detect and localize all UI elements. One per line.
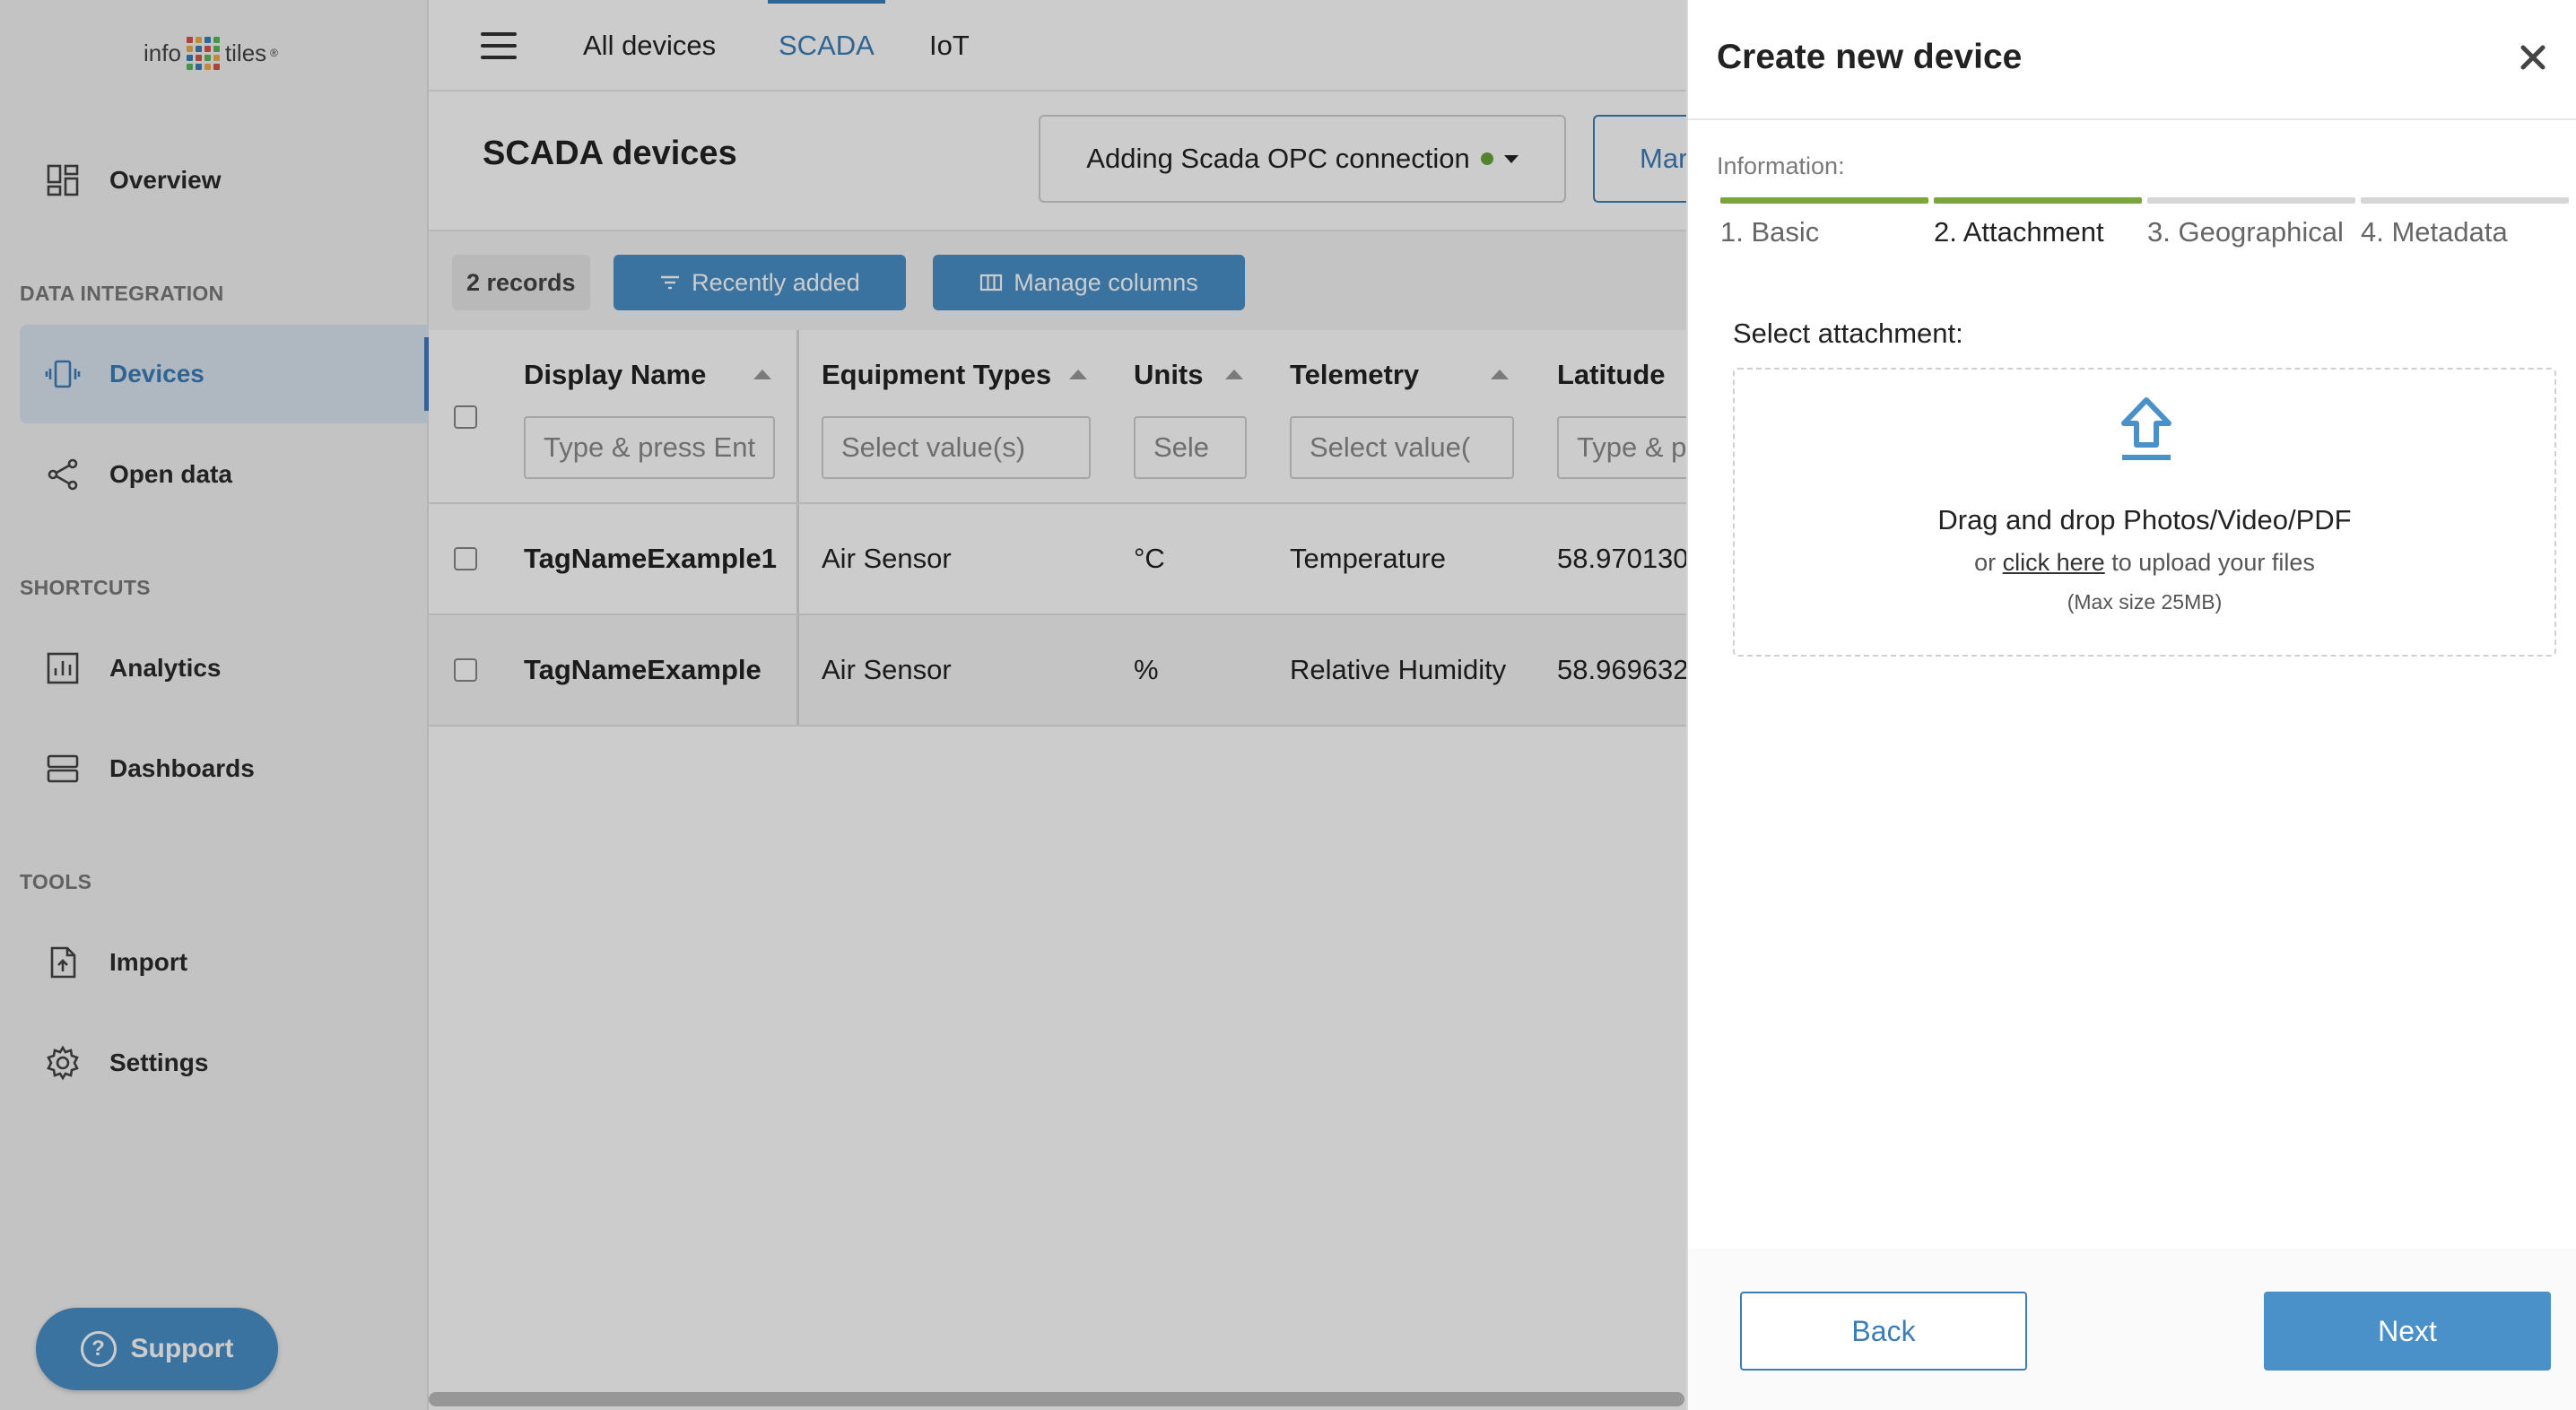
- step-label: 1. Basic: [1720, 216, 1820, 248]
- step-label: 2. Attachment: [1934, 216, 2104, 248]
- dropzone-or-text: or: [1974, 549, 1997, 576]
- close-icon[interactable]: [2515, 39, 2551, 75]
- step-geographical[interactable]: 3. Geographical: [2147, 197, 2355, 248]
- dropzone-title: Drag and drop Photos/Video/PDF: [1937, 504, 2352, 535]
- select-attachment-label: Select attachment:: [1733, 318, 1963, 349]
- step-progress-bar: [1720, 197, 1928, 204]
- create-device-drawer: Create new device Information: 1. Basic …: [1686, 0, 2576, 1410]
- dropzone-instructions: or click here to upload your files: [1735, 549, 2554, 577]
- modal-backdrop[interactable]: [0, 0, 1686, 1410]
- max-size-note: (Max size 25MB): [2067, 590, 2223, 614]
- file-dropzone[interactable]: Drag and drop Photos/Video/PDF or click …: [1733, 368, 2556, 657]
- drawer-footer: Back Next: [1688, 1249, 2576, 1410]
- next-button[interactable]: Next: [2264, 1292, 2551, 1371]
- step-progress-bar: [2361, 197, 2569, 204]
- step-label: 3. Geographical: [2147, 216, 2344, 248]
- information-label: Information:: [1717, 152, 1845, 179]
- step-attachment[interactable]: 2. Attachment: [1934, 197, 2142, 248]
- drawer-title: Create new device: [1717, 38, 2023, 76]
- upload-icon: [2121, 397, 2171, 460]
- click-here-upload-link[interactable]: click here: [2003, 549, 2105, 576]
- step-progress-bar: [1934, 197, 2142, 204]
- step-basic[interactable]: 1. Basic: [1720, 197, 1928, 248]
- back-button[interactable]: Back: [1740, 1292, 2027, 1371]
- dropzone-suffix-text: to upload your files: [2111, 549, 2315, 576]
- step-label: 4. Metadata: [2361, 216, 2508, 248]
- drawer-header: Create new device: [1688, 0, 2576, 120]
- step-progress-bar: [2147, 197, 2355, 204]
- step-metadata[interactable]: 4. Metadata: [2361, 197, 2569, 248]
